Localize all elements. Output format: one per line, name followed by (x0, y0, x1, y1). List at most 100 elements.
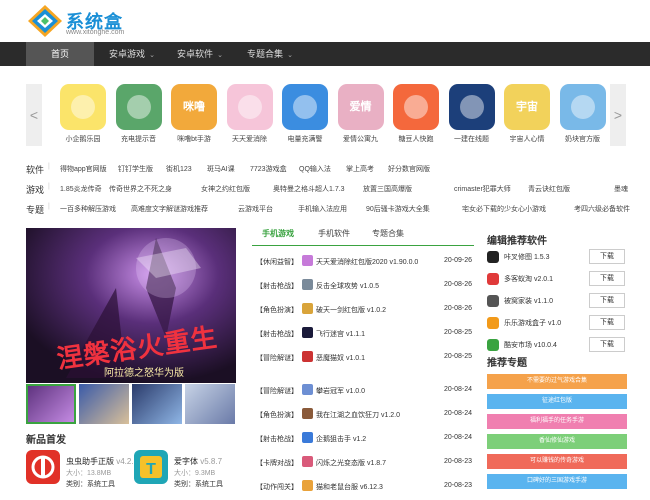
tag-link[interactable]: QQ输入法 (299, 164, 331, 174)
topic-link[interactable]: 口碑好的三国游戏手游 (487, 474, 627, 489)
nav-home[interactable]: 首页 (26, 42, 94, 66)
new-app-card[interactable]: T 爱字体 v5.8.7 大小：9.3MB 类别：系统工具 (134, 450, 244, 494)
tag-link[interactable]: 传奇世界之不死之身 (109, 184, 172, 194)
game-row[interactable]: 【冒险解谜】 恶魔猫奴 v1.0.1 20-08-25 (256, 350, 474, 366)
app-icon (226, 84, 273, 130)
tag-link[interactable]: 钉钉学生版 (118, 164, 153, 174)
game-date: 20-08-24 (443, 386, 472, 393)
game-row[interactable]: 【休闲益智】 天天爱消除红包版2020 v1.90.0.0 20-09-26 (256, 254, 474, 270)
app-tile[interactable]: 爱情 爱情公寓九 (334, 84, 388, 146)
app-tile[interactable]: 天天爱消除 (223, 84, 277, 146)
topic-link[interactable]: 不需要的过气游戏合集 (487, 374, 627, 389)
app-tile[interactable]: 奶块官方版 (556, 84, 610, 146)
site-header: 系统盒 www.xitonghe.com (0, 0, 650, 42)
tag-link[interactable]: 斑马AI课 (207, 164, 235, 174)
app-tile[interactable]: 充电提示音 (112, 84, 166, 146)
topic-link[interactable]: 香仙修仙游戏 (487, 434, 627, 449)
game-row[interactable]: 【角色扮演】 破天一剑红包版 v1.0.2 20-08-26 (256, 302, 474, 318)
game-icon (302, 456, 313, 467)
tag-link[interactable]: 得物app官网版 (60, 164, 107, 174)
game-row[interactable]: 【射击枪战】 企鹅狙击手 v1.2 20-08-24 (256, 431, 474, 447)
tag-link[interactable]: 考四六级必备软件 (574, 204, 630, 214)
new-app-card[interactable]: 虫虫助手正版 v4.2.3 大小：13.8MB 类别：系统工具 (26, 450, 138, 494)
tag-row-label: 软件 (26, 165, 45, 175)
app-icon (487, 251, 499, 263)
game-row[interactable]: 【卡牌对战】 闪烁之光变态版 v1.8.7 20-08-23 (256, 455, 474, 471)
nav-topics[interactable]: 专题合集 ⌄ (238, 42, 302, 66)
hero-thumbnail[interactable] (132, 384, 182, 424)
download-button[interactable]: 下载 (589, 315, 625, 330)
tag-link[interactable]: 1.85炎龙传奇 (60, 184, 102, 194)
tab-mobile-games[interactable]: 手机游戏 (262, 228, 294, 246)
tag-link[interactable]: 掌上高考 (346, 164, 374, 174)
topic-link[interactable]: 可以赚钱的传奇游戏 (487, 454, 627, 469)
app-tile[interactable]: 咪噜咪噜bt手游 (167, 84, 221, 146)
app-icon-text: 宇宙 (516, 101, 538, 113)
app-label: 咪噜bt手游 (177, 136, 211, 143)
tag-link[interactable]: 女神之约红包版 (201, 184, 250, 194)
tag-link[interactable]: 云游戏平台 (238, 204, 273, 214)
app-tile[interactable]: 糖豆人快跑 (389, 84, 443, 146)
game-date: 20-08-24 (443, 434, 472, 441)
download-button[interactable]: 下载 (589, 337, 625, 352)
hero-thumbnail[interactable] (79, 384, 129, 424)
app-name: 酷安市场 v10.0.4 (504, 342, 557, 349)
tag-link[interactable]: 墨魂 (614, 184, 628, 194)
app-tile[interactable]: 电量充满警 (278, 84, 332, 146)
tag-link[interactable]: 高难度文字解谜游戏推荐 (131, 204, 208, 214)
download-button[interactable]: 下载 (589, 293, 625, 308)
app-icon (393, 84, 439, 130)
game-row[interactable]: 【射击枪战】 飞行迷宫 v1.1.1 20-08-25 (256, 326, 474, 342)
game-row[interactable]: 【角色扮演】 我在江湖之血饮狂刀 v1.2.0 20-08-24 (256, 407, 474, 423)
app-icon (115, 84, 162, 130)
nav-android-games[interactable]: 安卓游戏 ⌄ (100, 42, 164, 66)
app-icon: 咪噜 (171, 84, 217, 130)
tag-link[interactable]: 青云诀红包版 (528, 184, 570, 194)
app-tile[interactable]: 一建在线题 (445, 84, 499, 146)
tag-link[interactable]: 街机123 (166, 164, 192, 174)
hero-subtitle: 阿拉德之怒华为版 (104, 368, 184, 379)
download-button[interactable]: 下载 (589, 249, 625, 264)
hero-thumbnail[interactable] (185, 384, 235, 424)
carousel-next-button[interactable]: > (610, 84, 626, 146)
game-icon (302, 255, 313, 266)
tag-link[interactable]: 好分数官网版 (388, 164, 430, 174)
tag-link[interactable]: 放置三国高爆版 (363, 184, 412, 194)
game-name: 攀岩冠军 v1.0.0 (316, 388, 366, 395)
tag-link[interactable]: 一百多种解压游戏 (60, 204, 116, 214)
app-name: 爱字体 (174, 457, 198, 466)
game-row[interactable]: 【动作闯关】 猫和老鼠台服 v6.12.3 20-08-23 (256, 479, 474, 495)
site-logo[interactable]: 系统盒 www.xitonghe.com (28, 5, 148, 39)
app-tile[interactable]: 小企鹅乐园 (56, 84, 110, 146)
carousel-prev-button[interactable]: < (26, 84, 42, 146)
game-row[interactable]: 【冒险解谜】 攀岩冠军 v1.0.0 20-08-24 (256, 383, 474, 399)
hero-thumbnail[interactable] (26, 384, 76, 424)
app-name: 虫虫助手正版 (66, 457, 114, 466)
app-tile[interactable]: 宇宙 宇宙人心情 (500, 84, 554, 146)
game-name: 天天爱消除红包版2020 v1.90.0.0 (316, 259, 419, 266)
tag-link[interactable]: 宅女必下载的少女心小游戏 (462, 204, 546, 214)
hero-thumbnails (26, 384, 236, 424)
tag-link[interactable]: 手机输入法应用 (298, 204, 347, 214)
game-category: 【射击枪战】 (256, 436, 298, 443)
app-label: 糖豆人快跑 (398, 136, 434, 143)
tag-link[interactable]: 7723游戏盒 (250, 164, 287, 174)
download-button[interactable]: 下载 (589, 271, 625, 286)
tag-link[interactable]: 奥特曼之格斗超人1.7.3 (273, 184, 345, 194)
app-category: 类别：系统工具 (174, 481, 223, 488)
app-size: 大小：9.3MB (174, 470, 216, 477)
tab-topics[interactable]: 专题合集 (372, 228, 404, 246)
topic-link[interactable]: 福利福手的任务手游 (487, 414, 627, 429)
editor-pick-row: 乐乐游戏盒子 v1.0 下载 (487, 315, 627, 335)
tag-link[interactable]: 90后骚卡游戏大全集 (366, 204, 430, 214)
game-icon (302, 303, 313, 314)
game-row[interactable]: 【射击枪战】 反击全球攻势 v1.0.5 20-08-26 (256, 278, 474, 294)
app-icon: 宇宙 (504, 84, 550, 130)
app-size: 大小：13.8MB (66, 470, 112, 477)
game-name: 反击全球攻势 v1.0.5 (316, 283, 380, 290)
nav-android-software[interactable]: 安卓软件 ⌄ (168, 42, 232, 66)
tab-mobile-software[interactable]: 手机软件 (318, 228, 350, 246)
hero-banner[interactable]: 涅槃浴火重生 阿拉德之怒华为版 (26, 228, 236, 383)
tag-link[interactable]: crimaster犯罪大师 (454, 184, 511, 194)
topic-link[interactable]: 征途红包版 (487, 394, 627, 409)
